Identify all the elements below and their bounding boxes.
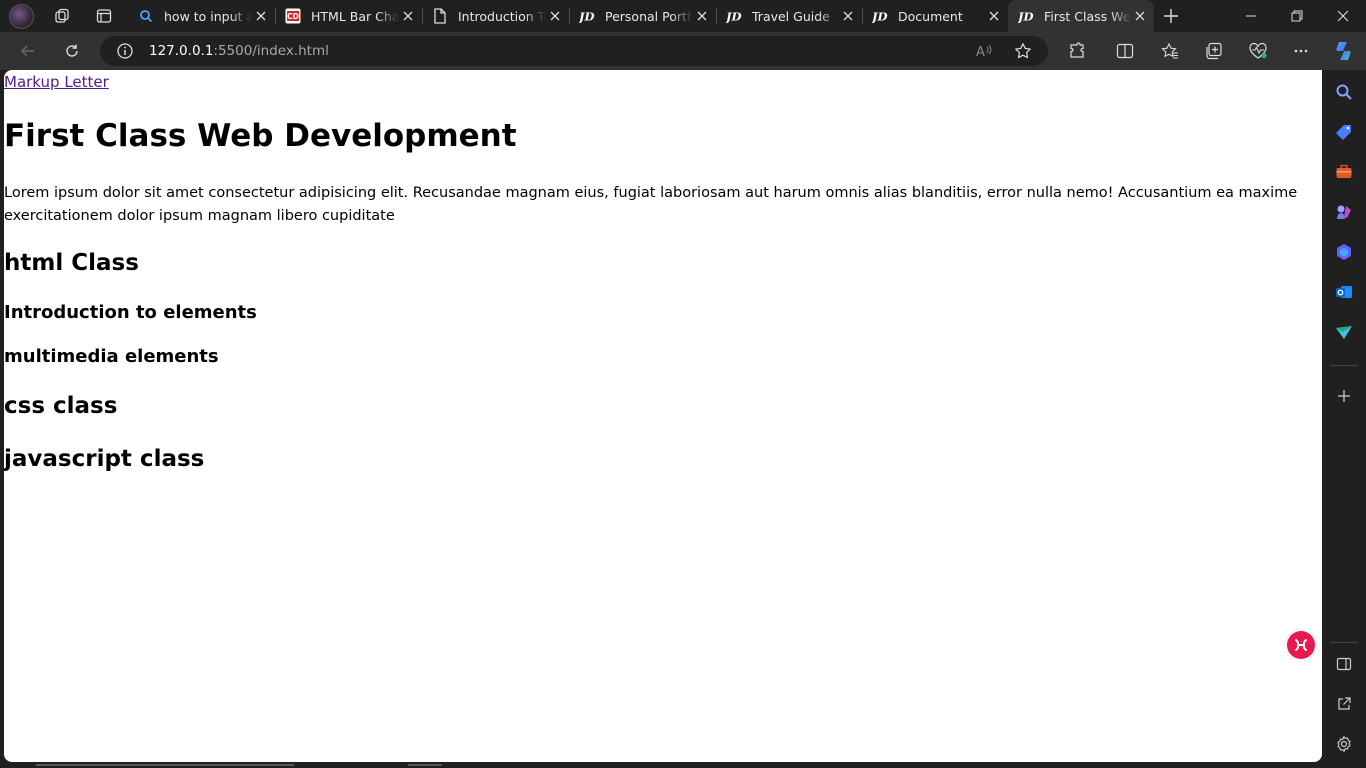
more-options-icon[interactable] xyxy=(1291,41,1311,61)
tab-label: HTML Bar Char xyxy=(311,8,399,24)
cd-logo-icon: CD xyxy=(285,8,301,24)
workspaces-icon[interactable] xyxy=(52,6,72,26)
open-external-icon[interactable] xyxy=(1334,694,1354,714)
close-tab-icon[interactable] xyxy=(986,8,1002,24)
heading-multimedia-elements: multimedia elements xyxy=(4,346,219,367)
tab-html-bar-chart[interactable]: CD HTML Bar Char xyxy=(275,0,423,32)
heading-html-class: html Class xyxy=(4,250,139,276)
tab-label: Introduction To xyxy=(458,8,546,24)
tab-strip: how to input a CD HTML Bar Char Introduc… xyxy=(0,0,1366,32)
shopping-tag-icon[interactable] xyxy=(1334,122,1354,142)
minimize-button[interactable] xyxy=(1228,0,1274,32)
url-text[interactable]: 127.0.0.1:5500/index.html xyxy=(149,43,329,59)
svg-text:JD: JD xyxy=(579,9,594,23)
close-window-button[interactable] xyxy=(1320,0,1366,32)
jd-logo-icon: JD xyxy=(872,8,888,24)
url-path: :5500/index.html xyxy=(213,43,329,59)
floating-extension-button[interactable] xyxy=(1284,628,1318,662)
add-sidebar-app-icon[interactable] xyxy=(1334,386,1354,406)
heading-introduction-elements: Introduction to elements xyxy=(4,302,257,323)
new-tab-button[interactable] xyxy=(1161,6,1181,26)
close-tab-icon[interactable] xyxy=(694,8,710,24)
sidebar-settings-gear-icon[interactable] xyxy=(1334,734,1354,754)
search-icon xyxy=(138,8,154,24)
hide-sidebar-icon[interactable] xyxy=(1334,654,1354,674)
microsoft-365-icon[interactable] xyxy=(1334,242,1354,262)
jd-logo-icon: JD xyxy=(726,8,742,24)
close-tab-icon[interactable] xyxy=(1132,8,1148,24)
tab-label: First Class Web xyxy=(1044,8,1132,24)
sidebar-separator xyxy=(1330,365,1358,366)
restore-button[interactable] xyxy=(1274,0,1320,32)
tab-actions-icon[interactable] xyxy=(94,6,114,26)
document-icon xyxy=(432,8,448,24)
search-icon[interactable] xyxy=(1334,82,1354,102)
drop-icon[interactable] xyxy=(1334,322,1354,342)
close-tab-icon[interactable] xyxy=(253,8,269,24)
profile-avatar[interactable] xyxy=(9,4,34,29)
tools-briefcase-icon[interactable] xyxy=(1334,162,1354,182)
site-info-icon[interactable] xyxy=(116,42,134,60)
page-viewport: Markup Letter First Class Web Developmen… xyxy=(4,70,1322,762)
tab-label: Document xyxy=(898,8,963,24)
back-button[interactable] xyxy=(18,41,38,61)
jd-logo-icon: JD xyxy=(1018,8,1034,24)
tab-label: how to input a xyxy=(164,8,252,24)
tab-label: Travel Guide xyxy=(752,8,830,24)
address-bar[interactable]: 127.0.0.1:5500/index.html A xyxy=(100,36,1048,66)
page-title: First Class Web Development xyxy=(4,118,517,154)
tab-label: Personal Portfo xyxy=(605,8,693,24)
svg-text:JD: JD xyxy=(1018,9,1033,23)
browser-toolbar: 127.0.0.1:5500/index.html A xyxy=(0,32,1366,70)
heading-javascript-class: javascript class xyxy=(4,446,205,472)
split-screen-icon[interactable] xyxy=(1115,41,1135,61)
svg-text:CD: CD xyxy=(287,12,299,21)
copilot-icon[interactable] xyxy=(1332,39,1356,63)
read-aloud-icon[interactable]: A xyxy=(976,42,994,60)
heading-css-class: css class xyxy=(4,393,118,419)
close-tab-icon[interactable] xyxy=(840,8,856,24)
favorite-star-icon[interactable] xyxy=(1014,42,1032,60)
tab-personal-portfolio[interactable]: JD Personal Portfo xyxy=(569,0,717,32)
close-tab-icon[interactable] xyxy=(547,8,563,24)
browser-essentials-icon[interactable] xyxy=(1248,41,1268,61)
jd-logo-icon: JD xyxy=(579,8,595,24)
tab-introduction[interactable]: Introduction To xyxy=(422,0,570,32)
favorites-icon[interactable] xyxy=(1160,41,1180,61)
svg-text:JD: JD xyxy=(726,9,741,23)
edge-sidebar xyxy=(1322,70,1366,768)
close-tab-icon[interactable] xyxy=(400,8,416,24)
tab-travel-guide[interactable]: JD Travel Guide xyxy=(716,0,863,32)
svg-text:A: A xyxy=(976,45,985,59)
taskbar-indicator xyxy=(36,764,294,766)
collections-icon[interactable] xyxy=(1204,41,1224,61)
tab-document[interactable]: JD Document xyxy=(862,0,1008,32)
sidebar-separator xyxy=(1330,642,1358,643)
tab-first-class-web[interactable]: JD First Class Web xyxy=(1008,0,1154,32)
svg-text:JD: JD xyxy=(872,9,887,23)
taskbar-indicator xyxy=(408,764,442,766)
extensions-icon[interactable] xyxy=(1067,41,1087,61)
markup-letter-link[interactable]: Markup Letter xyxy=(4,73,109,91)
games-icon[interactable] xyxy=(1334,202,1354,222)
outlook-icon[interactable] xyxy=(1334,282,1354,302)
tab-how-to-input[interactable]: how to input a xyxy=(128,0,276,32)
refresh-button[interactable] xyxy=(62,41,82,61)
extension-x-icon xyxy=(1287,631,1315,659)
intro-paragraph: Lorem ipsum dolor sit amet consectetur a… xyxy=(4,185,1298,224)
url-host: 127.0.0.1 xyxy=(149,43,214,59)
